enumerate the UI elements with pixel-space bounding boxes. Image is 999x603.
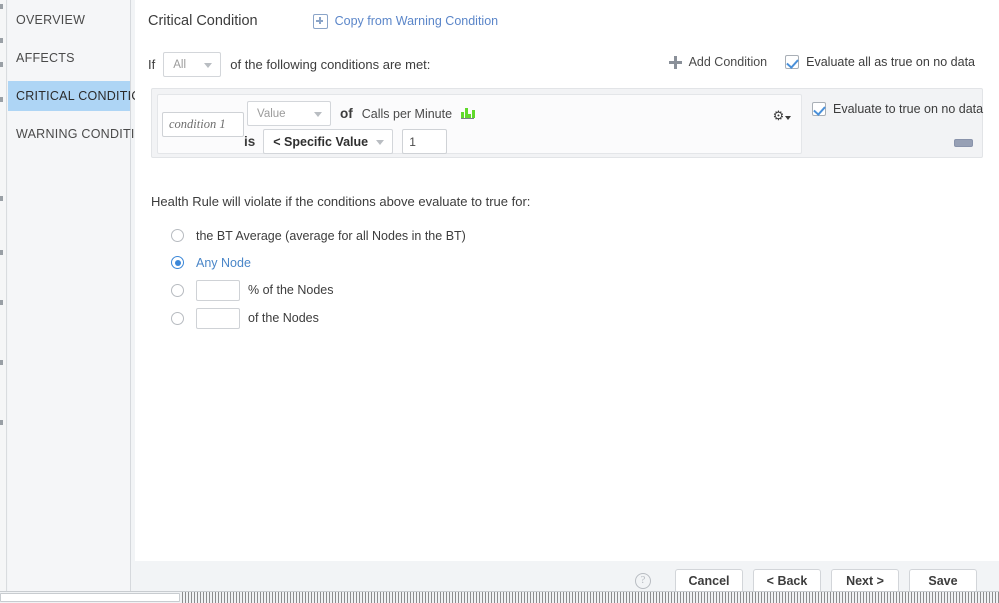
radio-label: % of the Nodes <box>248 283 334 297</box>
page-title: Critical Condition <box>148 13 258 29</box>
evaluate-all-checkbox[interactable] <box>785 55 800 69</box>
plus-icon[interactable] <box>668 55 682 69</box>
sidebar-item-warning-condition[interactable]: WARNING CONDITION <box>8 119 154 149</box>
save-button[interactable]: Save <box>909 569 977 593</box>
operator-select[interactable]: < Specific Value <box>263 129 394 154</box>
radio-option-bt-average[interactable]: the BT Average (average for all Nodes in… <box>171 222 466 249</box>
if-suffix-label: of the following conditions are met: <box>230 57 431 72</box>
footer-actions: ? Cancel < Back Next > Save <box>635 569 977 593</box>
condition-no-data-option: Evaluate to true on no data <box>812 102 983 116</box>
back-button[interactable]: < Back <box>753 569 821 593</box>
match-type-select[interactable]: All <box>163 52 222 77</box>
if-label: If <box>148 57 156 72</box>
gear-icon: ⚙ <box>772 107 785 123</box>
match-type-value: All <box>173 58 187 71</box>
evaluate-true-label: Evaluate to true on no data <box>833 102 984 116</box>
of-label: of <box>340 106 353 121</box>
aggregation-value: Value <box>257 107 286 120</box>
evaluate-true-checkbox[interactable] <box>812 102 826 116</box>
condition-settings-button[interactable]: ⚙ <box>769 104 795 126</box>
question-mark-icon[interactable]: ? <box>635 573 651 589</box>
clipped-left-rail <box>0 0 7 591</box>
next-button[interactable]: Next > <box>831 569 899 593</box>
condition-metric-row: Value of Calls per Minute <box>247 101 475 126</box>
radio-option-any-node[interactable]: Any Node <box>171 249 466 276</box>
radio-button[interactable] <box>171 311 184 325</box>
chevron-down-icon <box>785 115 792 120</box>
wizard-sidebar: OVERVIEW AFFECTS CRITICAL CONDITION WARN… <box>8 0 154 591</box>
add-condition-button[interactable]: Add Condition <box>689 55 768 69</box>
sidebar-item-affects[interactable]: AFFECTS <box>8 43 130 73</box>
horizontal-scrollbar[interactable] <box>0 591 999 603</box>
critical-condition-panel: Critical Condition Copy from Warning Con… <box>135 0 999 561</box>
radio-button[interactable] <box>171 256 184 269</box>
remove-condition-button[interactable] <box>954 139 973 147</box>
condition-match-row: If All of the following conditions are m… <box>148 52 430 77</box>
metric-label: Calls per Minute <box>361 106 453 121</box>
condition-actions: Add Condition Evaluate all as true on no… <box>668 55 975 69</box>
cancel-button[interactable]: Cancel <box>675 569 743 593</box>
sidebar-item-label: OVERVIEW <box>16 13 86 27</box>
sidebar-item-overview[interactable]: OVERVIEW <box>8 5 130 35</box>
sidebar-item-critical-condition[interactable]: CRITICAL CONDITION <box>8 81 150 111</box>
aggregation-select[interactable]: Value <box>247 101 331 126</box>
radio-label: of the Nodes <box>248 311 319 325</box>
panel-header: Critical Condition Copy from Warning Con… <box>148 13 498 29</box>
number-of-nodes-input[interactable] <box>196 307 240 329</box>
threshold-input[interactable] <box>402 129 448 154</box>
health-rule-wizard: OVERVIEW AFFECTS CRITICAL CONDITION WARN… <box>0 0 999 603</box>
sidebar-item-label: WARNING CONDITION <box>16 127 154 141</box>
wizard-footer: ? Cancel < Back Next > Save <box>135 561 999 593</box>
radio-button[interactable] <box>171 229 184 242</box>
radio-option-number-of-nodes[interactable]: of the Nodes <box>171 304 466 332</box>
radio-label: Any Node <box>196 255 251 270</box>
condition-name-input[interactable] <box>162 112 244 137</box>
evaluate-all-label: Evaluate all as true on no data <box>806 55 975 69</box>
condition-row: Value of Calls per Minute is < Specific … <box>151 88 983 158</box>
violate-section-label: Health Rule will violate if the conditio… <box>151 194 531 209</box>
operator-value: < Specific Value <box>273 134 369 149</box>
sidebar-item-label: CRITICAL CONDITION <box>16 89 151 103</box>
condition-operator-row: is < Specific Value <box>244 129 448 154</box>
scrollbar-track[interactable] <box>182 592 999 603</box>
percent-of-nodes-input[interactable] <box>196 279 240 301</box>
is-label: is <box>244 134 256 149</box>
chevron-down-icon <box>314 111 322 117</box>
sidebar-item-label: AFFECTS <box>16 51 75 65</box>
condition-expression-box: Value of Calls per Minute is < Specific … <box>157 94 802 154</box>
violate-scope-options: the BT Average (average for all Nodes in… <box>171 222 466 332</box>
copy-plus-icon <box>312 13 328 29</box>
chevron-down-icon <box>204 62 213 68</box>
scrollbar-thumb[interactable] <box>0 593 180 602</box>
copy-link-label: Copy from Warning Condition <box>334 14 499 28</box>
chevron-down-icon <box>376 139 385 145</box>
radio-label: the BT Average (average for all Nodes in… <box>196 228 466 243</box>
radio-button[interactable] <box>171 283 184 297</box>
bar-chart-icon[interactable] <box>461 108 475 119</box>
copy-from-warning-condition-link[interactable]: Copy from Warning Condition <box>312 13 499 29</box>
radio-option-percent-of-nodes[interactable]: % of the Nodes <box>171 276 466 304</box>
